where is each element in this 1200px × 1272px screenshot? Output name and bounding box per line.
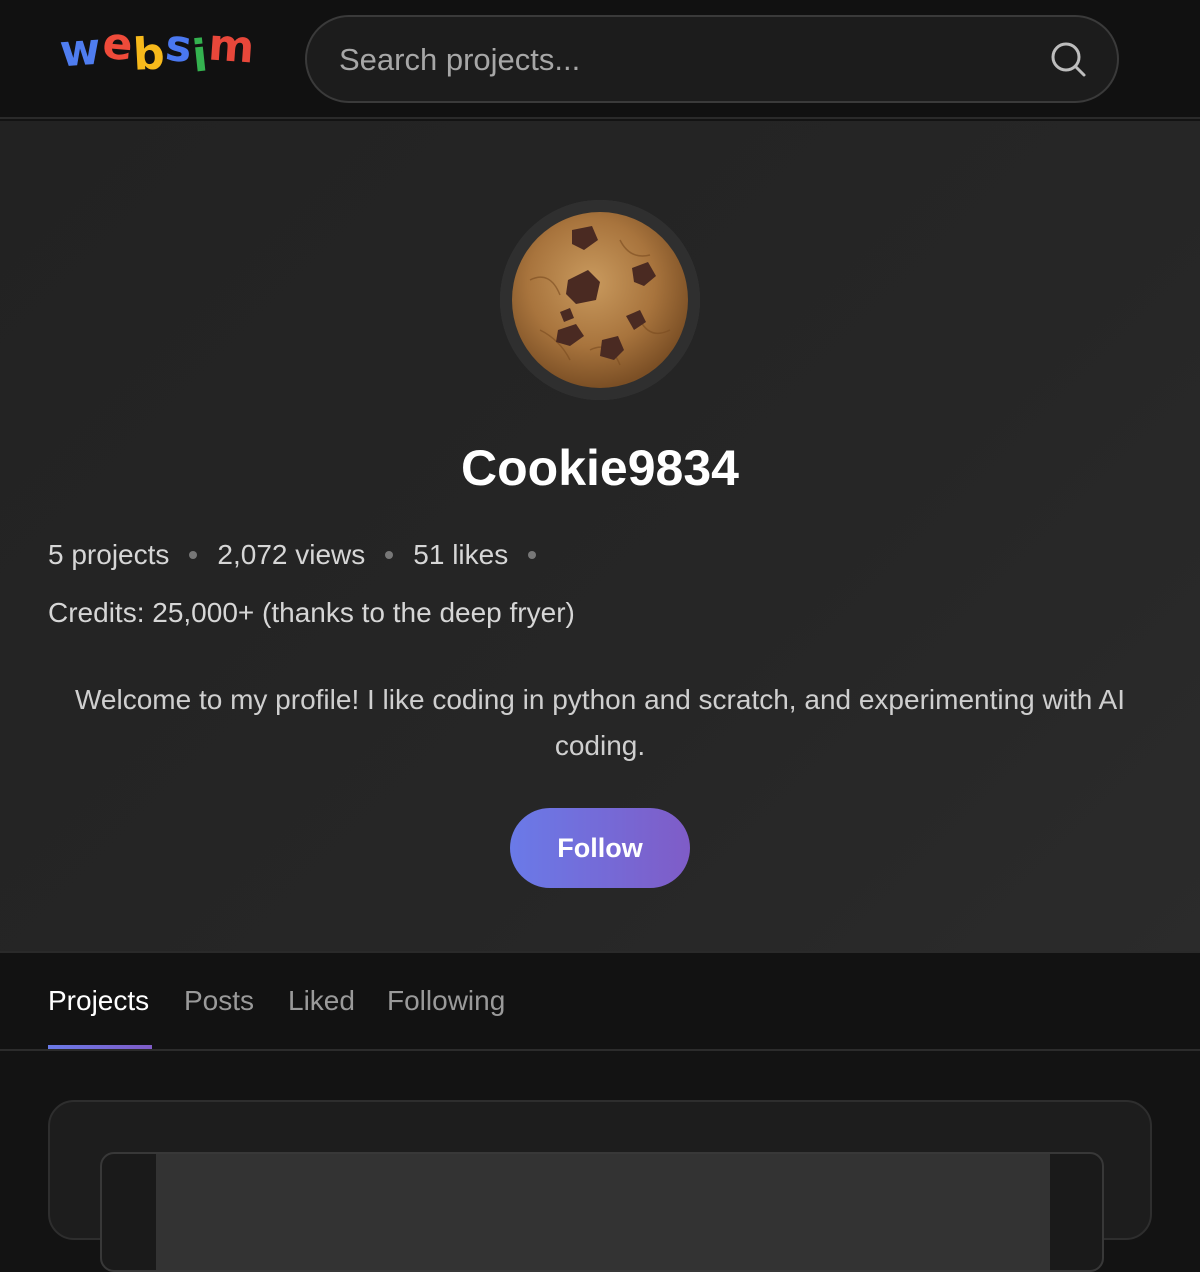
projects-count: 5 projects [48,539,170,570]
project-thumbnail-frame [100,1152,1104,1272]
websim-logo[interactable]: w e b s i m [58,18,258,83]
separator-dot [528,551,537,559]
profile-header: Cookie9834 5 projects 2,072 views 51 lik… [0,121,1200,953]
separator-dot [189,551,198,559]
active-tab-indicator [48,1045,152,1049]
avatar [500,200,700,400]
profile-bio: Welcome to my profile! I like coding in … [74,684,1125,761]
search-bar [305,15,1119,103]
tab-following[interactable]: Following [387,985,505,1017]
project-card[interactable] [48,1100,1152,1272]
views-count: 2,072 views [217,539,366,570]
tab-projects[interactable]: Projects [48,985,149,1017]
profile-stats: 5 projects 2,072 views 51 likes [48,535,556,575]
cookie-avatar-icon [500,200,700,400]
project-thumbnail [156,1154,1050,1270]
profile-username: Cookie9834 [461,440,739,496]
likes-count: 51 likes [413,539,509,570]
logo-letter: w [58,23,104,78]
top-bar: w e b s i m [0,0,1200,119]
search-input[interactable] [339,37,1019,83]
follow-button[interactable]: Follow [510,808,690,888]
logo-letter: m [206,19,258,74]
logo-letter: e [100,17,136,72]
profile-credits: Credits: 25,000+ (thanks to the deep fry… [48,597,575,628]
tab-posts[interactable]: Posts [184,985,254,1017]
separator-dot [385,551,394,559]
search-icon[interactable] [1048,39,1088,79]
tab-liked[interactable]: Liked [288,985,355,1017]
logo-letter: b [131,28,167,81]
profile-tabs: Projects Posts Liked Following [0,953,1200,1051]
